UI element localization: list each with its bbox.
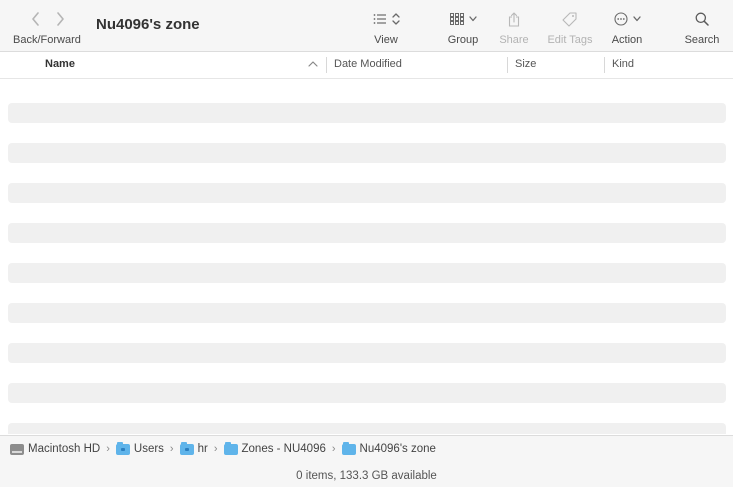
column-header-size[interactable]: Size <box>515 58 536 70</box>
path-item-label: hr <box>197 443 208 455</box>
list-row <box>8 423 726 434</box>
back-button[interactable] <box>26 9 46 29</box>
column-divider[interactable] <box>326 57 327 73</box>
list-row <box>8 183 726 203</box>
tag-icon <box>562 11 577 27</box>
list-row <box>8 383 726 403</box>
disk-icon <box>10 443 24 455</box>
group-label: Group <box>447 34 479 46</box>
folder-icon <box>115 441 130 455</box>
window-title: Nu4096's zone <box>96 16 200 33</box>
file-list[interactable] <box>0 79 733 434</box>
column-header-name[interactable]: Name <box>45 58 75 70</box>
column-header-bar: Name Date Modified Size Kind <box>0 52 733 79</box>
search-icon <box>695 12 709 26</box>
column-header-kind[interactable]: Kind <box>612 58 634 70</box>
share-icon <box>508 11 520 27</box>
breadcrumb: Macintosh HD › Users › hr › Zones - NU40… <box>10 441 436 455</box>
column-header-date-modified[interactable]: Date Modified <box>334 58 402 70</box>
group-grid-icon <box>449 13 464 25</box>
column-divider[interactable] <box>604 57 605 73</box>
path-separator-icon: › <box>106 443 110 455</box>
folder-icon <box>341 441 356 455</box>
ellipsis-circle-icon <box>613 12 628 26</box>
chevron-down-icon <box>468 16 477 22</box>
folder-icon <box>179 441 194 455</box>
list-view-icon <box>373 14 386 24</box>
chevron-left-icon <box>32 12 39 26</box>
chevron-right-icon <box>57 12 64 26</box>
list-row <box>8 343 726 363</box>
forward-button[interactable] <box>50 9 70 29</box>
toolbar: Back/Forward Nu4096's zone View Group Sh… <box>0 0 733 52</box>
path-item-macintosh-hd[interactable]: Macintosh HD <box>10 443 100 455</box>
path-separator-icon: › <box>331 443 336 455</box>
path-bar: Macintosh HD › Users › hr › Zones - NU40… <box>0 435 733 464</box>
path-item-label: Nu4096's zone <box>359 443 436 455</box>
path-separator-icon: › <box>213 443 218 455</box>
path-item-label: Users <box>133 443 164 455</box>
sort-ascending-icon[interactable] <box>307 57 319 71</box>
path-item-hr[interactable]: hr <box>179 441 208 455</box>
list-row <box>8 303 726 323</box>
action-button[interactable]: Action <box>605 0 649 51</box>
column-divider[interactable] <box>507 57 508 73</box>
group-button[interactable]: Group <box>440 0 486 51</box>
list-row <box>8 223 726 243</box>
path-item-label: Macintosh HD <box>28 443 101 455</box>
view-button[interactable]: View <box>361 0 411 51</box>
path-item-label: Zones - NU4096 <box>241 443 326 455</box>
folder-icon <box>223 441 238 455</box>
path-item-current[interactable]: Nu4096's zone <box>341 441 436 455</box>
list-row <box>8 103 726 123</box>
list-row <box>8 263 726 283</box>
back-forward-control <box>26 9 74 29</box>
list-row <box>8 143 726 163</box>
share-button[interactable]: Share <box>494 0 534 51</box>
status-bar: 0 items, 133.3 GB available <box>0 463 733 487</box>
path-item-zones[interactable]: Zones - NU4096 <box>223 441 326 455</box>
up-down-chevron-icon <box>391 13 400 25</box>
edit-tags-label: Edit Tags <box>547 34 593 46</box>
chevron-down-icon <box>632 16 641 22</box>
back-forward-label: Back/Forward <box>13 34 81 46</box>
action-label: Action <box>611 34 643 46</box>
view-label: View <box>374 34 398 46</box>
edit-tags-button[interactable]: Edit Tags <box>541 0 599 51</box>
path-item-users[interactable]: Users <box>115 441 164 455</box>
search-label: Search <box>684 34 720 46</box>
path-separator-icon: › <box>169 443 174 455</box>
search-button[interactable]: Search <box>680 0 724 51</box>
share-label: Share <box>499 34 529 46</box>
